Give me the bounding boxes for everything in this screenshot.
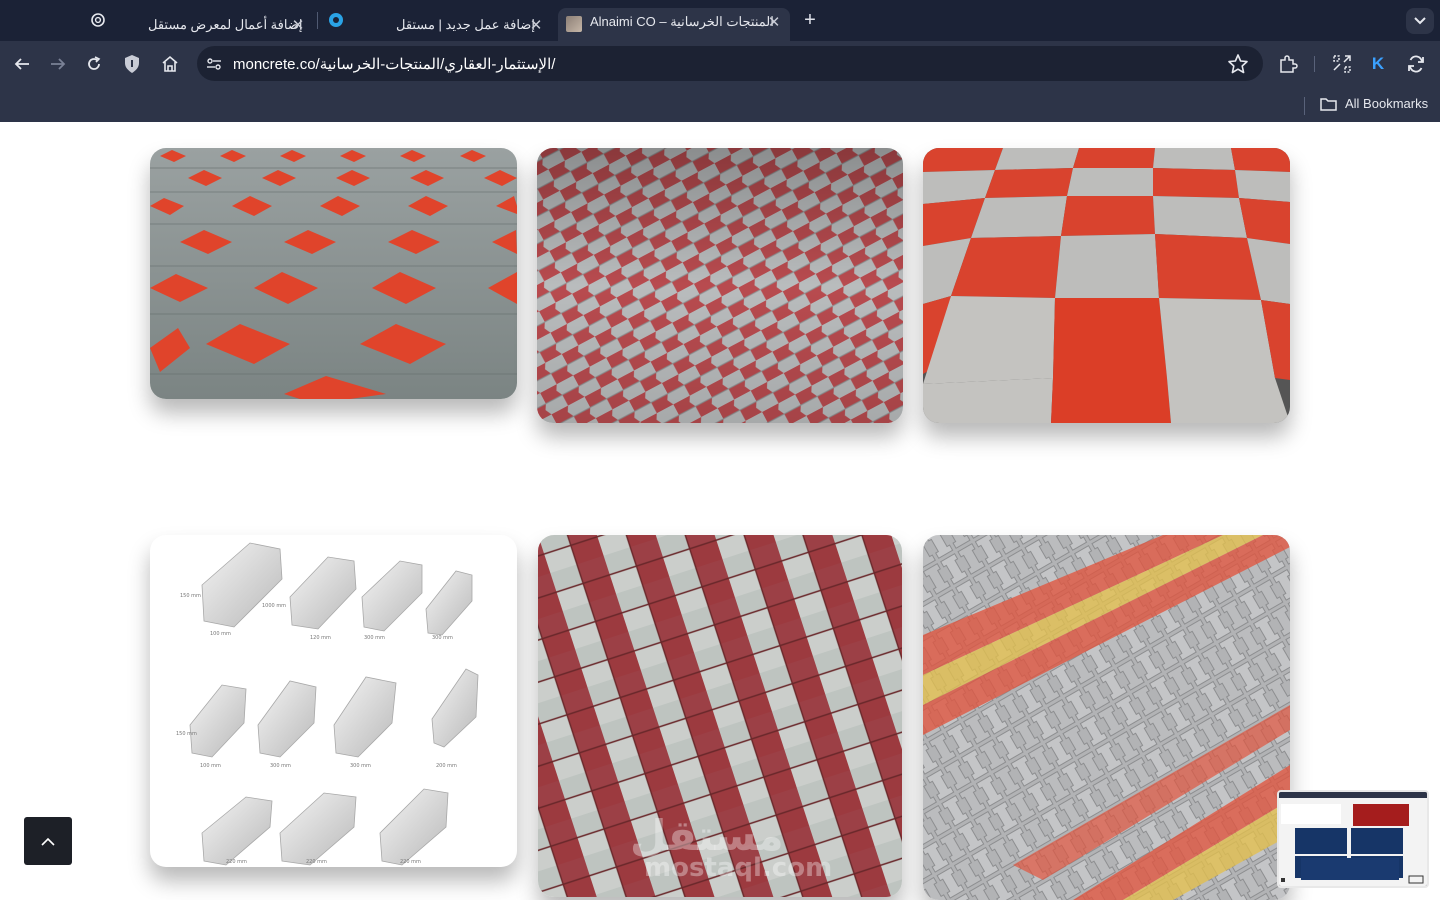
- svg-text:300 mm: 300 mm: [432, 635, 453, 641]
- curbstones-image: 150 mm 100 mm 1000 mm 120 mm 300 mm 300 mm 1…: [176, 542, 479, 866]
- address-bar[interactable]: moncrete.co/الإستثمار-العقاري/المنتجات-ا…: [197, 46, 1263, 81]
- devtools-extension-button[interactable]: [1330, 52, 1354, 76]
- reload-button[interactable]: [82, 52, 106, 76]
- all-bookmarks-label: All Bookmarks: [1345, 96, 1429, 111]
- openai-icon: [91, 13, 105, 27]
- svg-text:300 mm: 300 mm: [270, 763, 291, 769]
- profile-k-button[interactable]: K: [1366, 52, 1390, 76]
- home-button[interactable]: [158, 52, 182, 76]
- chevron-down-icon: [1414, 17, 1426, 25]
- hexagon-pavers-image: [150, 148, 517, 399]
- svg-text:220 mm: 220 mm: [400, 859, 421, 865]
- k-extension-icon: K: [1371, 54, 1385, 73]
- svg-text:220 mm: 220 mm: [226, 859, 247, 865]
- folder-icon: [1320, 97, 1337, 111]
- close-icon[interactable]: ✕: [766, 13, 782, 31]
- new-tab-button[interactable]: +: [800, 10, 820, 30]
- tab-title: إضافة عمل جديد | مستقل: [396, 17, 535, 32]
- watermark-en: mostaql.com: [644, 853, 833, 883]
- svg-text:150 mm: 150 mm: [180, 593, 201, 599]
- svg-text:1000 mm: 1000 mm: [262, 603, 286, 609]
- tab-add-portfolio[interactable]: إضافة أعمال لمعرض مستقل ✕: [84, 8, 312, 41]
- extensions-button[interactable]: [1276, 52, 1300, 76]
- arrow-right-icon: [51, 58, 66, 70]
- sync-icon: [1408, 55, 1424, 73]
- svg-text:150 mm: 150 mm: [176, 731, 197, 737]
- tab-add-new-work[interactable]: إضافة عمل جديد | مستقل ✕: [320, 8, 550, 41]
- gallery-image-square-tiles[interactable]: [923, 148, 1290, 423]
- scroll-to-top-button[interactable]: [24, 817, 72, 865]
- reload-icon: [88, 56, 101, 70]
- puzzle-icon: [1280, 55, 1298, 73]
- bookmarks-bar: All Bookmarks: [0, 87, 1440, 122]
- link-nodes-icon: [1333, 55, 1351, 73]
- site-settings-icon[interactable]: [206, 56, 222, 72]
- picture-in-picture-preview[interactable]: [1277, 790, 1429, 888]
- tab-title: إضافة أعمال لمعرض مستقل: [148, 17, 303, 32]
- bookmarks-separator: [1304, 97, 1305, 115]
- close-icon[interactable]: ✕: [290, 16, 306, 34]
- mostaql-icon: [329, 13, 343, 27]
- svg-text:220 mm: 220 mm: [306, 859, 327, 865]
- browser-toolbar: moncrete.co/الإستثمار-العقاري/المنتجات-ا…: [0, 41, 1440, 87]
- ishape-pavers-image: [923, 535, 1290, 900]
- zigzag-pavers-image: [537, 148, 903, 423]
- gallery-image-curbstones[interactable]: 150 mm 100 mm 1000 mm 120 mm 300 mm 300 mm 1…: [150, 535, 517, 867]
- page-content: 150 mm 100 mm 1000 mm 120 mm 300 mm 300 mm 1…: [0, 122, 1440, 900]
- sync-button[interactable]: [1404, 52, 1428, 76]
- chevron-up-icon: [41, 837, 55, 846]
- gallery-image-ishape-pavers[interactable]: [923, 535, 1290, 900]
- pip-thumbnail: [1279, 792, 1427, 886]
- forward-button[interactable]: [46, 52, 70, 76]
- square-tiles-image: [923, 148, 1290, 423]
- extension-shield-button[interactable]: [120, 52, 144, 76]
- shield-icon: [125, 55, 139, 73]
- svg-text:300 mm: 300 mm: [364, 635, 385, 641]
- tab-title: Alnaimi CO – المنتجات الخرسانية: [590, 14, 774, 29]
- tab-search-button[interactable]: [1406, 8, 1434, 34]
- svg-text:100 mm: 100 mm: [210, 631, 231, 637]
- url-text: moncrete.co/الإستثمار-العقاري/المنتجات-ا…: [233, 56, 556, 73]
- home-icon: [162, 55, 178, 72]
- bookmark-star-icon[interactable]: [1227, 53, 1249, 75]
- toolbar-separator: [1314, 56, 1315, 72]
- svg-text:100 mm: 100 mm: [200, 763, 221, 769]
- tab-alnaimi-products[interactable]: Alnaimi CO – المنتجات الخرسانية ✕: [558, 8, 790, 41]
- gallery-image-hexagon-pavers[interactable]: [150, 148, 517, 399]
- tab-separator: [317, 12, 318, 29]
- svg-text:300 mm: 300 mm: [350, 763, 371, 769]
- svg-text:200 mm: 200 mm: [436, 763, 457, 769]
- arrow-left-icon: [14, 58, 29, 70]
- back-button[interactable]: [10, 52, 34, 76]
- all-bookmarks-button[interactable]: All Bookmarks: [1320, 96, 1428, 111]
- site-thumb-icon: [566, 16, 582, 32]
- gallery-image-red-white-pavers[interactable]: مستقل mostaql.com: [538, 535, 902, 897]
- gallery-image-zigzag-pavers[interactable]: [537, 148, 903, 423]
- close-icon[interactable]: ✕: [528, 16, 544, 34]
- svg-text:120 mm: 120 mm: [310, 635, 331, 641]
- tab-strip: إضافة أعمال لمعرض مستقل ✕ إضافة عمل جديد…: [0, 0, 1440, 41]
